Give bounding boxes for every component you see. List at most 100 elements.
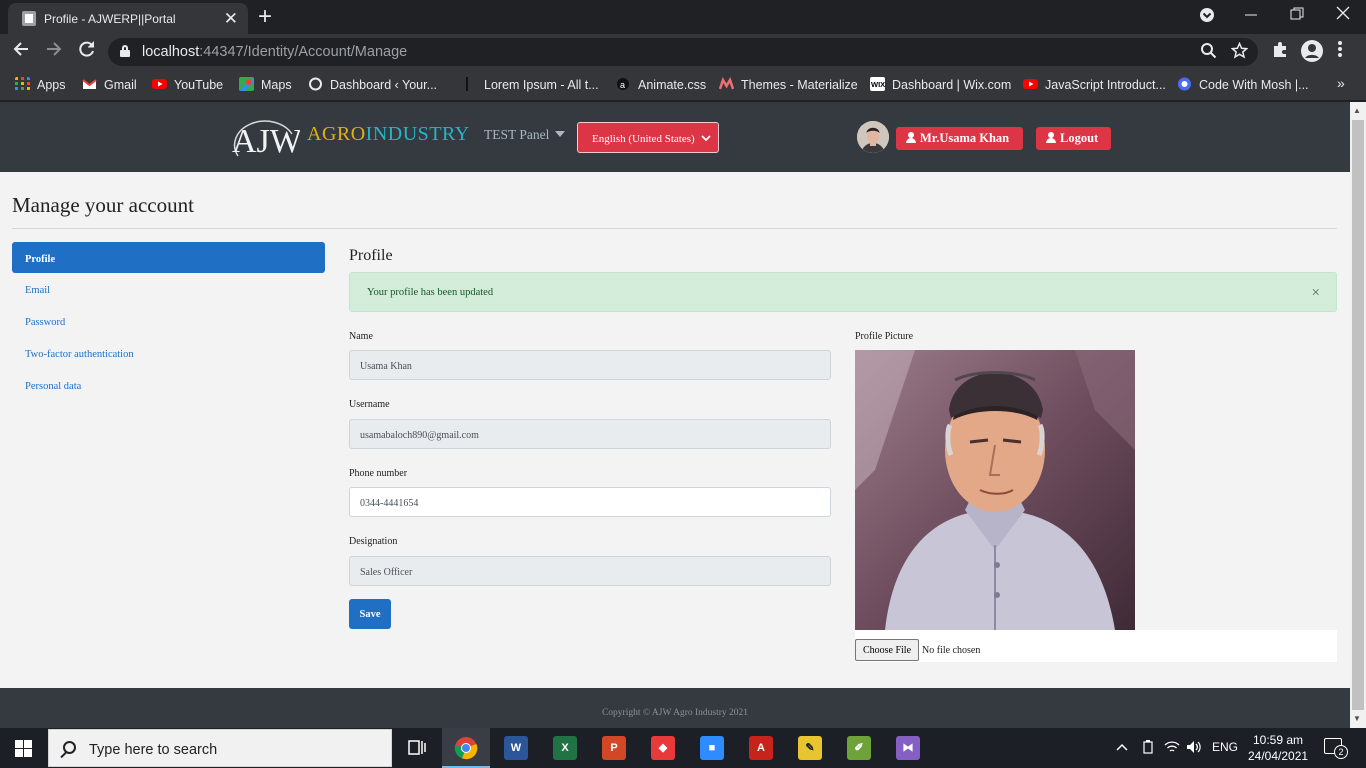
notification-count: 2 — [1334, 745, 1348, 759]
nav-personal-data[interactable]: Personal data — [12, 369, 325, 400]
file-status: No file chosen — [922, 645, 981, 656]
task-view-icon[interactable] — [405, 736, 429, 760]
save-button[interactable]: Save — [349, 599, 391, 629]
profile-menu-icon[interactable] — [1199, 7, 1215, 28]
excel-icon[interactable]: X — [553, 736, 577, 760]
bookmark-materialize[interactable]: Themes - Materialize — [719, 77, 858, 92]
alert-close-icon[interactable]: × — [1312, 285, 1320, 302]
windows-taskbar: Type here to search W X P ◆ ■ A ✎ ✐ ⧓ EN… — [0, 728, 1366, 768]
nav-two-factor[interactable]: Two-factor authentication — [12, 337, 325, 368]
file-upload: Choose File No file chosen — [855, 630, 1337, 662]
language-select[interactable]: English (United States) — [577, 122, 719, 153]
restore-icon[interactable] — [1290, 7, 1304, 26]
designation-field[interactable]: Sales Officer — [349, 556, 831, 586]
user-icon — [1046, 132, 1056, 143]
notepad-plus-icon[interactable]: ✐ — [847, 736, 871, 760]
animate-css-icon: a — [617, 78, 629, 90]
panel-dropdown[interactable]: TEST Panel — [484, 127, 566, 143]
account-avatar-icon[interactable] — [1300, 39, 1324, 68]
svg-text:a: a — [620, 80, 625, 90]
taskbar-search[interactable]: Type here to search — [48, 729, 392, 767]
user-icon — [906, 132, 916, 143]
tab-title: Profile - AJWERP||Portal — [44, 12, 176, 26]
extensions-icon[interactable] — [1271, 40, 1289, 63]
ajw-logo-icon[interactable]: AJW — [230, 112, 300, 162]
acrobat-icon[interactable]: A — [749, 736, 773, 760]
browser-tab[interactable]: Profile - AJWERP||Portal ✕ — [8, 3, 248, 34]
youtube-icon — [1023, 79, 1038, 89]
brand-name[interactable]: AGROINDUSTRY — [307, 123, 470, 146]
chrome-icon[interactable] — [454, 736, 478, 760]
windows-start-icon[interactable] — [15, 740, 32, 757]
bookmark-youtube[interactable]: YouTube — [152, 77, 223, 92]
mosh-icon — [1178, 77, 1191, 91]
battery-icon[interactable] — [1141, 740, 1155, 757]
bookmark-javascript[interactable]: JavaScript Introduct... — [1023, 77, 1166, 92]
user-avatar[interactable] — [857, 121, 889, 153]
more-bookmarks-icon[interactable]: » — [1337, 75, 1345, 91]
nav-password[interactable]: Password — [12, 305, 325, 336]
word-icon[interactable]: W — [504, 736, 528, 760]
bookmark-apps[interactable]: Apps — [15, 77, 66, 92]
materialize-icon — [719, 77, 734, 90]
phone-label: Phone number — [349, 468, 408, 479]
success-alert: Your profile has been updated × — [349, 272, 1337, 312]
phone-field[interactable]: 0344-4441654 — [349, 487, 831, 517]
url-text[interactable]: localhost:44347/Identity/Account/Manage — [142, 44, 407, 60]
username-field[interactable]: usamabaloch890@gmail.com — [349, 419, 831, 449]
designation-label: Designation — [349, 536, 398, 547]
chevron-down-icon — [701, 128, 711, 147]
wordpress-icon — [309, 77, 322, 91]
lock-icon[interactable] — [120, 45, 130, 57]
copyright-text: Copyright © AJW Agro Industry 2021 — [601, 708, 749, 718]
search-placeholder: Type here to search — [89, 742, 218, 758]
divider — [12, 228, 1337, 229]
back-icon[interactable] — [12, 40, 30, 64]
bookmark-code-with-mosh[interactable]: Code With Mosh |... — [1177, 77, 1309, 92]
reload-icon[interactable] — [78, 40, 96, 64]
choose-file-button[interactable]: Choose File — [855, 639, 919, 661]
gmail-icon — [82, 79, 97, 89]
zoom-search-icon[interactable] — [1200, 42, 1217, 64]
volume-icon[interactable] — [1186, 740, 1202, 757]
page-scrollbar[interactable]: ▲ ▼ — [1350, 102, 1366, 728]
notification-icon[interactable]: 2 — [1324, 738, 1348, 759]
nav-profile[interactable]: Profile — [12, 242, 325, 273]
window-close-icon[interactable] — [1336, 6, 1350, 25]
profile-picture-label: Profile Picture — [855, 331, 914, 342]
forward-icon[interactable] — [45, 40, 63, 64]
address-bar[interactable]: localhost:44347/Identity/Account/Manage — [108, 38, 1258, 66]
nav-email[interactable]: Email — [12, 273, 325, 304]
scrollbar-thumb[interactable] — [1352, 120, 1364, 710]
bookmark-star-icon[interactable] — [1230, 41, 1249, 64]
taskbar-clock[interactable]: 10:59 am 24/04/2021 — [1248, 732, 1308, 764]
bookmark-wix[interactable]: WIX Dashboard | Wix.com — [870, 77, 1011, 92]
bookmark-maps[interactable]: Maps — [239, 77, 292, 92]
show-hidden-icons[interactable] — [1115, 740, 1129, 757]
bookmark-lorem-ipsum[interactable]: Lorem Ipsum - All t... — [462, 77, 599, 92]
visual-studio-icon[interactable]: ⧓ — [896, 736, 920, 760]
profile-picture — [855, 350, 1135, 630]
zoom-icon[interactable]: ■ — [700, 736, 724, 760]
user-profile-button[interactable]: Mr.Usama Khan — [896, 127, 1023, 150]
logout-button[interactable]: Logout — [1036, 127, 1111, 150]
bookmark-gmail[interactable]: Gmail — [82, 77, 137, 92]
bookmark-animate-css[interactable]: a Animate.css — [616, 77, 706, 92]
new-tab-button[interactable]: + — [258, 3, 272, 31]
minimize-icon[interactable] — [1244, 3, 1258, 28]
site-footer: Copyright © AJW Agro Industry 2021 — [0, 688, 1350, 728]
bookmark-dashboard-wp[interactable]: Dashboard ‹ Your... — [308, 77, 437, 92]
wifi-icon[interactable] — [1164, 740, 1180, 757]
powerpoint-icon[interactable]: P — [602, 736, 626, 760]
caret-down-icon — [555, 131, 566, 137]
scroll-down-icon[interactable]: ▼ — [1353, 714, 1361, 723]
search-icon — [63, 741, 76, 754]
scroll-up-icon[interactable]: ▲ — [1353, 106, 1361, 115]
lorem-ipsum-icon — [466, 77, 468, 91]
input-language[interactable]: ENG — [1212, 740, 1238, 754]
more-menu-icon[interactable] — [1337, 40, 1343, 63]
anydesk-icon[interactable]: ◆ — [651, 736, 675, 760]
name-field[interactable]: Usama Khan — [349, 350, 831, 380]
paint-icon[interactable]: ✎ — [798, 736, 822, 760]
tab-close-icon[interactable]: ✕ — [224, 9, 238, 29]
